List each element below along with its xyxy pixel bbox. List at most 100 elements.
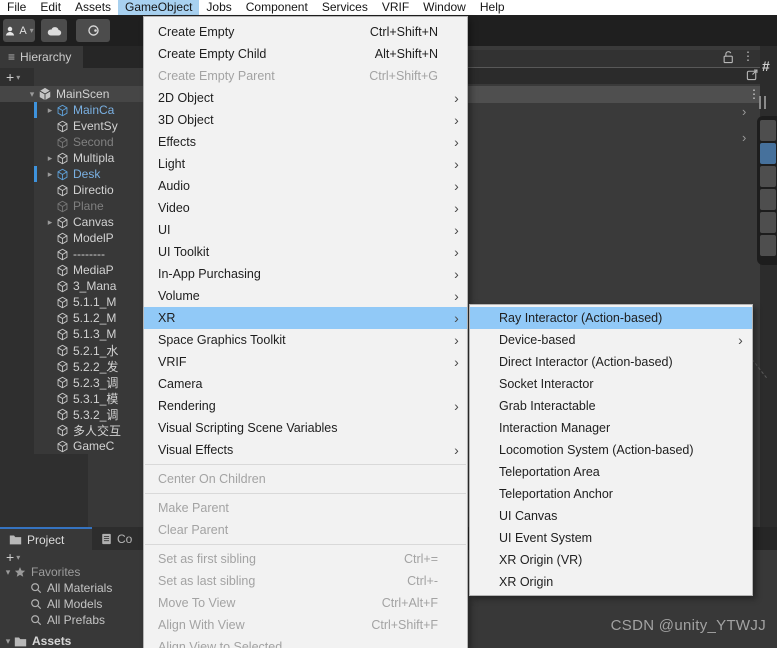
menu-item-create-empty-child[interactable]: Create Empty ChildAlt+Shift+N — [144, 43, 467, 65]
open-window-icon[interactable] — [746, 68, 759, 81]
foldout-chevron-icon[interactable]: › — [742, 104, 746, 119]
panel-menu-dots-icon[interactable]: ⋮ — [742, 49, 754, 63]
menu-item-rendering[interactable]: Rendering› — [144, 395, 467, 417]
menu-item-visual-effects[interactable]: Visual Effects› — [144, 439, 467, 461]
menu-item-socket-interactor[interactable]: Socket Interactor — [470, 373, 752, 395]
menu-item-light[interactable]: Light› — [144, 153, 467, 175]
menubar-item-jobs[interactable]: Jobs — [199, 0, 238, 15]
menu-item-visual-scripting-scene-variables[interactable]: Visual Scripting Scene Variables — [144, 417, 467, 439]
menu-item-vrif[interactable]: VRIF› — [144, 351, 467, 373]
tab-hierarchy[interactable]: ≡ Hierarchy — [0, 46, 83, 68]
menu-item-interaction-manager[interactable]: Interaction Manager — [470, 417, 752, 439]
tool-button[interactable] — [760, 235, 776, 256]
hierarchy-item-label: Second — [73, 135, 114, 149]
cloud-button[interactable] — [41, 19, 67, 42]
submenu-arrow-icon: › — [451, 285, 462, 307]
menu-item-make-parent[interactable]: Make Parent — [144, 497, 467, 519]
tool-button[interactable] — [760, 189, 776, 210]
submenu-arrow-icon: › — [451, 153, 462, 175]
tool-button[interactable] — [760, 120, 776, 141]
menu-item-device-based[interactable]: Device-based› — [470, 329, 752, 351]
menu-item-xr[interactable]: XR› — [144, 307, 467, 329]
menubar-item-help[interactable]: Help — [473, 0, 512, 15]
hierarchy-item-label: MainCa — [73, 103, 114, 117]
menu-item-video[interactable]: Video› — [144, 197, 467, 219]
menu-item-ui-event-system[interactable]: UI Event System — [470, 527, 752, 549]
menubar-item-file[interactable]: File — [0, 0, 33, 15]
menu-item-xr-origin-vr[interactable]: XR Origin (VR) — [470, 549, 752, 571]
plastic-scm-icon — [87, 24, 100, 37]
menu-item-label: Create Empty Parent — [158, 69, 369, 83]
menu-item-ray-interactor-action-based[interactable]: Ray Interactor (Action-based) — [470, 307, 752, 329]
menu-item-camera[interactable]: Camera — [144, 373, 467, 395]
menubar-item-gameobject[interactable]: GameObject — [118, 0, 199, 15]
chevron-down-icon: ▾ — [16, 73, 20, 82]
menu-item-2d-object[interactable]: 2D Object› — [144, 87, 467, 109]
menubar-item-window[interactable]: Window — [416, 0, 473, 15]
menubar-item-vrif[interactable]: VRIF — [375, 0, 416, 15]
hierarchy-item-label: MediaP — [73, 263, 114, 277]
menu-item-label: Audio — [158, 179, 451, 193]
menu-item-xr-origin[interactable]: XR Origin — [470, 571, 752, 593]
menu-item-set-as-first-sibling[interactable]: Set as first siblingCtrl+= — [144, 548, 467, 570]
menu-separator — [145, 544, 466, 545]
menu-item-label: UI Toolkit — [158, 245, 451, 259]
menu-item-volume[interactable]: Volume› — [144, 285, 467, 307]
menu-item-ui-canvas[interactable]: UI Canvas — [470, 505, 752, 527]
menu-item-effects[interactable]: Effects› — [144, 131, 467, 153]
menu-item-teleportation-area[interactable]: Teleportation Area — [470, 461, 752, 483]
project-item-label: All Prefabs — [47, 613, 105, 627]
menubar: FileEditAssetsGameObjectJobsComponentSer… — [0, 0, 777, 15]
menu-item-clear-parent[interactable]: Clear Parent — [144, 519, 467, 541]
gameobject-cube-icon — [56, 136, 69, 149]
menu-item-label: Socket Interactor — [499, 377, 735, 391]
menu-item-label: Space Graphics Toolkit — [158, 333, 451, 347]
menu-item-ui-toolkit[interactable]: UI Toolkit› — [144, 241, 467, 263]
unity-editor-window: A ▾ ⋮ ⋮ › › # ≡ Hierarchy — [0, 0, 777, 648]
tool-button-active[interactable] — [760, 143, 776, 164]
foldout-chevron-icon[interactable]: › — [742, 130, 746, 145]
menu-item-3d-object[interactable]: 3D Object› — [144, 109, 467, 131]
version-control-button[interactable] — [76, 19, 110, 42]
menu-item-ui[interactable]: UI› — [144, 219, 467, 241]
tab-project[interactable]: Project — [0, 527, 92, 550]
menu-item-center-on-children[interactable]: Center On Children — [144, 468, 467, 490]
tool-button[interactable] — [760, 166, 776, 187]
tool-button[interactable] — [760, 212, 776, 233]
menu-item-direct-interactor-action-based[interactable]: Direct Interactor (Action-based) — [470, 351, 752, 373]
menubar-item-assets[interactable]: Assets — [68, 0, 118, 15]
menu-item-align-view-to-selected[interactable]: Align View to Selected — [144, 636, 467, 648]
hierarchy-item-label: Plane — [73, 199, 104, 213]
menu-item-set-as-last-sibling[interactable]: Set as last siblingCtrl+- — [144, 570, 467, 592]
menu-item-create-empty-parent[interactable]: Create Empty ParentCtrl+Shift+G — [144, 65, 467, 87]
plus-icon: + — [6, 549, 14, 565]
menu-item-audio[interactable]: Audio› — [144, 175, 467, 197]
menubar-item-services[interactable]: Services — [315, 0, 375, 15]
unlock-icon[interactable] — [722, 50, 734, 64]
overlay-drag-handle[interactable] — [759, 96, 766, 109]
menu-item-label: Align View to Selected — [158, 640, 451, 648]
menu-item-teleportation-anchor[interactable]: Teleportation Anchor — [470, 483, 752, 505]
menu-item-move-to-view[interactable]: Move To ViewCtrl+Alt+F — [144, 592, 467, 614]
watermark: CSDN @unity_YTWJJ — [611, 617, 766, 634]
account-button[interactable]: A ▾ — [3, 19, 35, 42]
menu-item-label: Rendering — [158, 399, 451, 413]
menu-item-in-app-purchasing[interactable]: In-App Purchasing› — [144, 263, 467, 285]
menu-item-label: XR Origin (VR) — [499, 553, 735, 567]
hierarchy-add-button[interactable]: + ▾ — [0, 68, 20, 86]
menu-item-label: Effects — [158, 135, 451, 149]
gameobject-cube-icon — [56, 184, 69, 197]
menu-item-align-with-view[interactable]: Align With ViewCtrl+Shift+F — [144, 614, 467, 636]
menubar-item-edit[interactable]: Edit — [33, 0, 68, 15]
hierarchy-item-label: 3_Mana — [73, 279, 116, 293]
menu-item-locomotion-system-action-based[interactable]: Locomotion System (Action-based) — [470, 439, 752, 461]
menu-item-grab-interactable[interactable]: Grab Interactable — [470, 395, 752, 417]
gameobject-cube-icon — [56, 104, 69, 117]
menubar-item-component[interactable]: Component — [239, 0, 315, 15]
menu-item-label: Set as first sibling — [158, 552, 404, 566]
submenu-arrow-icon: › — [451, 109, 462, 131]
menu-item-space-graphics-toolkit[interactable]: Space Graphics Toolkit› — [144, 329, 467, 351]
grid-hash-icon[interactable]: # — [762, 58, 770, 74]
triangle-right-icon: ▸ — [44, 169, 56, 180]
menu-item-create-empty[interactable]: Create EmptyCtrl+Shift+N — [144, 21, 467, 43]
